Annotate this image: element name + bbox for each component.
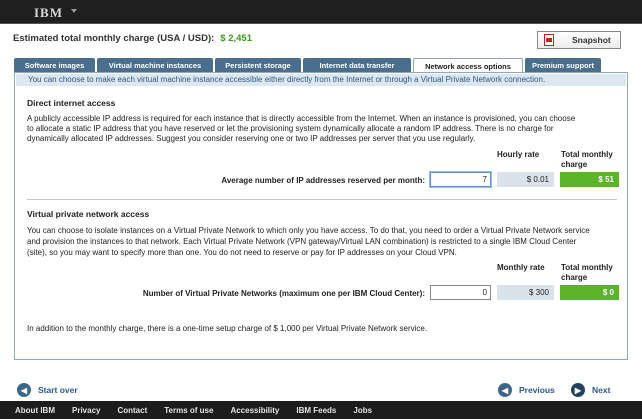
previous-button[interactable]: ◀ Previous (498, 383, 555, 397)
top-bar: IBM (0, 0, 642, 24)
tab-software-images[interactable]: Software images (14, 58, 95, 72)
vpn-total-header-line-1: Total monthly (561, 263, 613, 272)
vpn-total-header-line-2: charge (561, 273, 588, 282)
next-button[interactable]: ▶ Next (571, 383, 610, 397)
tab-premium-support[interactable]: Premium support (525, 58, 601, 72)
vpn-count-input[interactable]: 0 (430, 285, 491, 300)
chevron-down-icon[interactable] (71, 9, 77, 13)
footer-link-about-ibm[interactable]: About IBM (15, 406, 55, 415)
footer-link-contact[interactable]: Contact (117, 406, 147, 415)
footer: About IBM Privacy Contact Terms of use A… (0, 401, 642, 419)
section-divider (27, 199, 617, 200)
internet-section-title: Direct internet access (27, 98, 116, 108)
tab-bar: Software images Virtual machine instance… (14, 58, 603, 73)
vpn-setup-note: In addition to the monthly charge, there… (27, 324, 428, 333)
arrow-right-icon: ▶ (571, 383, 585, 397)
vpn-section-title: Virtual private network access (27, 209, 150, 219)
tab-network-access-options[interactable]: Network access options (413, 58, 523, 73)
footer-link-privacy[interactable]: Privacy (72, 406, 100, 415)
footer-link-accessibility[interactable]: Accessibility (230, 406, 279, 415)
vpn-count-label: Number of Virtual Private Networks (maxi… (142, 289, 425, 298)
ip-total-charge: $ 51 (560, 172, 619, 187)
start-over-label: Start over (38, 385, 78, 395)
internet-total-header-line-1: Total monthly (561, 150, 613, 159)
ibm-logo[interactable]: IBM (34, 5, 63, 21)
vpn-rate-header: Monthly rate (497, 263, 545, 272)
estimate-label: Estimated total monthly charge (USA / US… (13, 33, 215, 44)
ip-addresses-label: Average number of IP addresses reserved … (221, 176, 425, 185)
next-label: Next (592, 385, 611, 395)
internet-description-line-1: A publicly accessible IP address is requ… (27, 114, 576, 123)
footer-link-ibm-feeds[interactable]: IBM Feeds (296, 406, 336, 415)
internet-description-line-3: dynamically allocated IP addresses. Sugg… (27, 134, 476, 143)
footer-link-terms-of-use[interactable]: Terms of use (164, 406, 213, 415)
ip-addresses-input[interactable]: 7 (430, 172, 491, 187)
internet-total-header-line-2: charge (561, 160, 588, 169)
vpn-total-charge: $ 0 (560, 285, 619, 300)
pdf-icon (544, 34, 554, 46)
snapshot-button[interactable]: Snapshot (537, 31, 621, 49)
estimate-value: $ 2,451 (220, 33, 252, 44)
vpn-description-line-2: and provision the instances to that netw… (27, 237, 577, 246)
vpn-description-line-3: (site), so you may want to specify more … (27, 248, 457, 257)
start-over-button[interactable]: ◀ Start over (17, 383, 78, 397)
ip-hourly-rate: $ 0.01 (497, 172, 554, 187)
arrow-left-icon: ◀ (17, 383, 31, 397)
tab-persistent-storage[interactable]: Persistent storage (215, 58, 301, 72)
network-access-panel: You can choose to make each virtual mach… (14, 72, 628, 360)
tab-internet-data-transfer[interactable]: Internet data transfer (303, 58, 411, 72)
internet-rate-header: Hourly rate (497, 150, 540, 159)
snapshot-label: Snapshot (572, 35, 611, 45)
previous-label: Previous (519, 385, 555, 395)
vpn-monthly-rate: $ 300 (497, 285, 554, 300)
estimate-summary: Estimated total monthly charge (USA / US… (13, 33, 252, 44)
vpn-description-line-1: You can choose to isolate instances on a… (27, 226, 590, 235)
internet-description-line-2: to allocate a static IP address that you… (27, 124, 554, 133)
arrow-left-icon: ◀ (498, 383, 512, 397)
intro-text: You can choose to make each virtual mach… (16, 74, 626, 86)
footer-link-jobs[interactable]: Jobs (353, 406, 372, 415)
tab-virtual-machine-instances[interactable]: Virtual machine instances (97, 58, 213, 72)
